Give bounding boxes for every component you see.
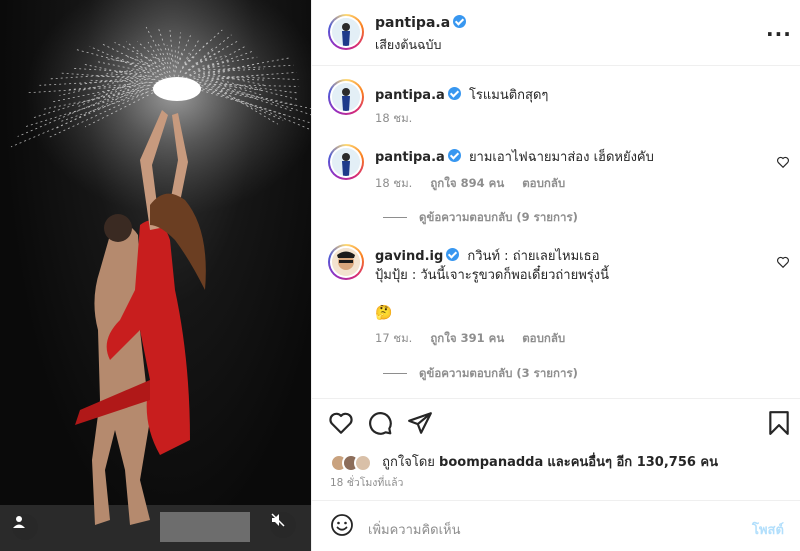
- verified-icon: [446, 248, 460, 261]
- comment-avatar[interactable]: [328, 244, 364, 280]
- comment-icon[interactable]: [367, 410, 393, 436]
- photo-scene: [0, 0, 311, 551]
- likes-prefix: ถูกใจโดย: [382, 455, 435, 470]
- user-tag-icon: [13, 516, 25, 528]
- divider: [312, 500, 800, 501]
- likes-summary[interactable]: ถูกใจโดย boompanadda และคนอื่นๆ อีก 130,…: [330, 451, 718, 472]
- audio-label[interactable]: เสียงต้นฉบับ: [375, 35, 441, 55]
- caption-text: โรแมนติกสุดๆ: [468, 88, 549, 103]
- comment-input[interactable]: เพิ่มความคิดเห็น: [368, 519, 461, 540]
- likes-user[interactable]: boompanadda: [439, 455, 543, 470]
- caption-username[interactable]: pantipa.a: [375, 88, 445, 103]
- liker-avatar: [354, 453, 372, 472]
- comment-username[interactable]: pantipa.a: [375, 150, 445, 165]
- comment-time: 18 ชม.: [375, 176, 413, 190]
- caption-avatar[interactable]: [328, 79, 364, 115]
- heart-icon[interactable]: [328, 410, 354, 436]
- comment-avatar[interactable]: [328, 144, 364, 180]
- comment-likes[interactable]: ถูกใจ 391 คน: [430, 331, 504, 345]
- comment-text: ยามเอาไฟฉายมาส่อง เฮ็ดหยังคับ: [468, 150, 654, 165]
- reply-button[interactable]: ตอบกลับ: [522, 331, 565, 345]
- more-options-button[interactable]: ···: [766, 22, 792, 46]
- comment-likes[interactable]: ถูกใจ 894 คน: [430, 176, 504, 190]
- comment-emoji: 🤔: [375, 305, 393, 321]
- post-comment-button[interactable]: โพสต์: [752, 519, 784, 540]
- emoji-icon[interactable]: [330, 513, 354, 537]
- post-header: pantipa.a เสียงต้นฉบับ ···: [312, 0, 800, 66]
- bookmark-icon[interactable]: [766, 410, 792, 436]
- view-replies-button[interactable]: ดูข้อความตอบกลับ (3 รายการ): [383, 365, 578, 383]
- author-username[interactable]: pantipa.a: [375, 15, 467, 31]
- verified-icon: [453, 15, 467, 28]
- comment-text-line1: กวินท์ : ถ่ายเลยไหมเธอ: [467, 249, 600, 264]
- likes-count[interactable]: และคนอื่นๆ อีก 130,756 คน: [547, 455, 718, 470]
- caption-time: 18 ชม.: [375, 111, 413, 125]
- user-tag-button[interactable]: [12, 514, 38, 540]
- post-timestamp: 18 ชั่วโมงที่แล้ว: [330, 477, 404, 489]
- view-replies-label: ดูข้อความตอบกลับ (9 รายการ): [419, 210, 578, 224]
- divider: [312, 398, 800, 399]
- view-replies-label: ดูข้อความตอบกลับ (3 รายการ): [419, 366, 578, 380]
- comment-username[interactable]: gavind.ig: [375, 249, 443, 264]
- verified-icon: [447, 149, 461, 162]
- view-replies-button[interactable]: ดูข้อความตอบกลับ (9 รายการ): [383, 209, 578, 227]
- mute-button[interactable]: [270, 512, 296, 538]
- comment-like-icon[interactable]: [776, 155, 790, 169]
- author-avatar[interactable]: [328, 14, 364, 50]
- comment-time: 17 ชม.: [375, 331, 413, 345]
- post-detail-panel: pantipa.a เสียงต้นฉบับ ··· pantipa.a โรแ…: [311, 0, 800, 551]
- comment-like-icon[interactable]: [776, 255, 790, 269]
- reply-button[interactable]: ตอบกลับ: [522, 176, 565, 190]
- mute-icon: [271, 513, 285, 527]
- post-photo[interactable]: [0, 0, 311, 551]
- comment-text-line2: ปุ้มปุ้ย : วันนี้เจาะรูขวดก็พอเดี๋ยวถ่าย…: [375, 268, 609, 283]
- verified-icon: [447, 87, 461, 100]
- more-icon: ···: [766, 22, 792, 46]
- share-icon[interactable]: [407, 410, 433, 436]
